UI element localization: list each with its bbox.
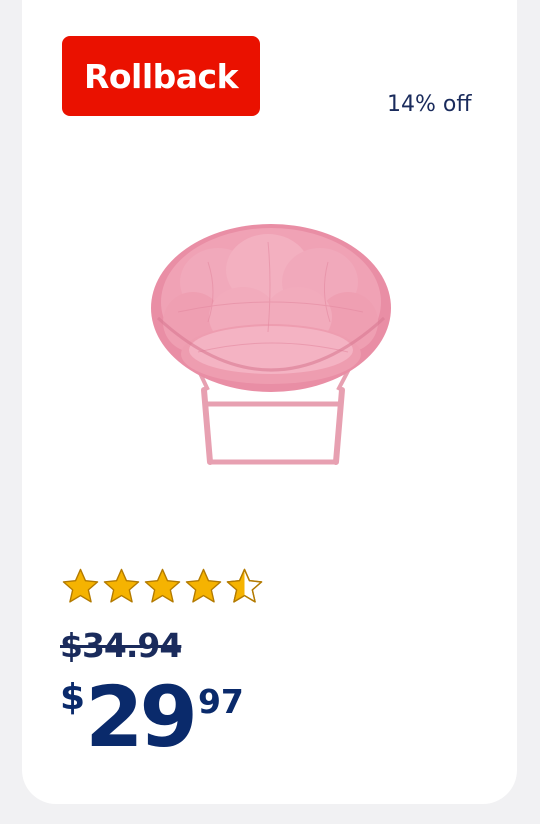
rollback-badge-label: Rollback — [83, 56, 239, 96]
star-full-icon — [103, 568, 140, 603]
price-currency: $ — [60, 677, 86, 718]
star-full-icon — [144, 568, 181, 603]
star-full-icon — [185, 568, 222, 603]
star-full-icon — [62, 568, 99, 603]
pink-saucer-chair-image[interactable] — [148, 222, 394, 468]
current-price: $ 29 97 — [60, 672, 244, 762]
star-half-icon — [226, 568, 263, 603]
star-rating[interactable] — [60, 566, 265, 607]
discount-label: 14% off — [387, 92, 472, 117]
product-card[interactable]: Rollback 14% off $34.94 $ 29 97 — [22, 0, 517, 804]
price-cents: 97 — [197, 682, 244, 721]
price-dollars: 29 — [85, 668, 198, 766]
rollback-badge: Rollback — [62, 36, 260, 116]
was-price: $34.94 — [60, 626, 182, 665]
